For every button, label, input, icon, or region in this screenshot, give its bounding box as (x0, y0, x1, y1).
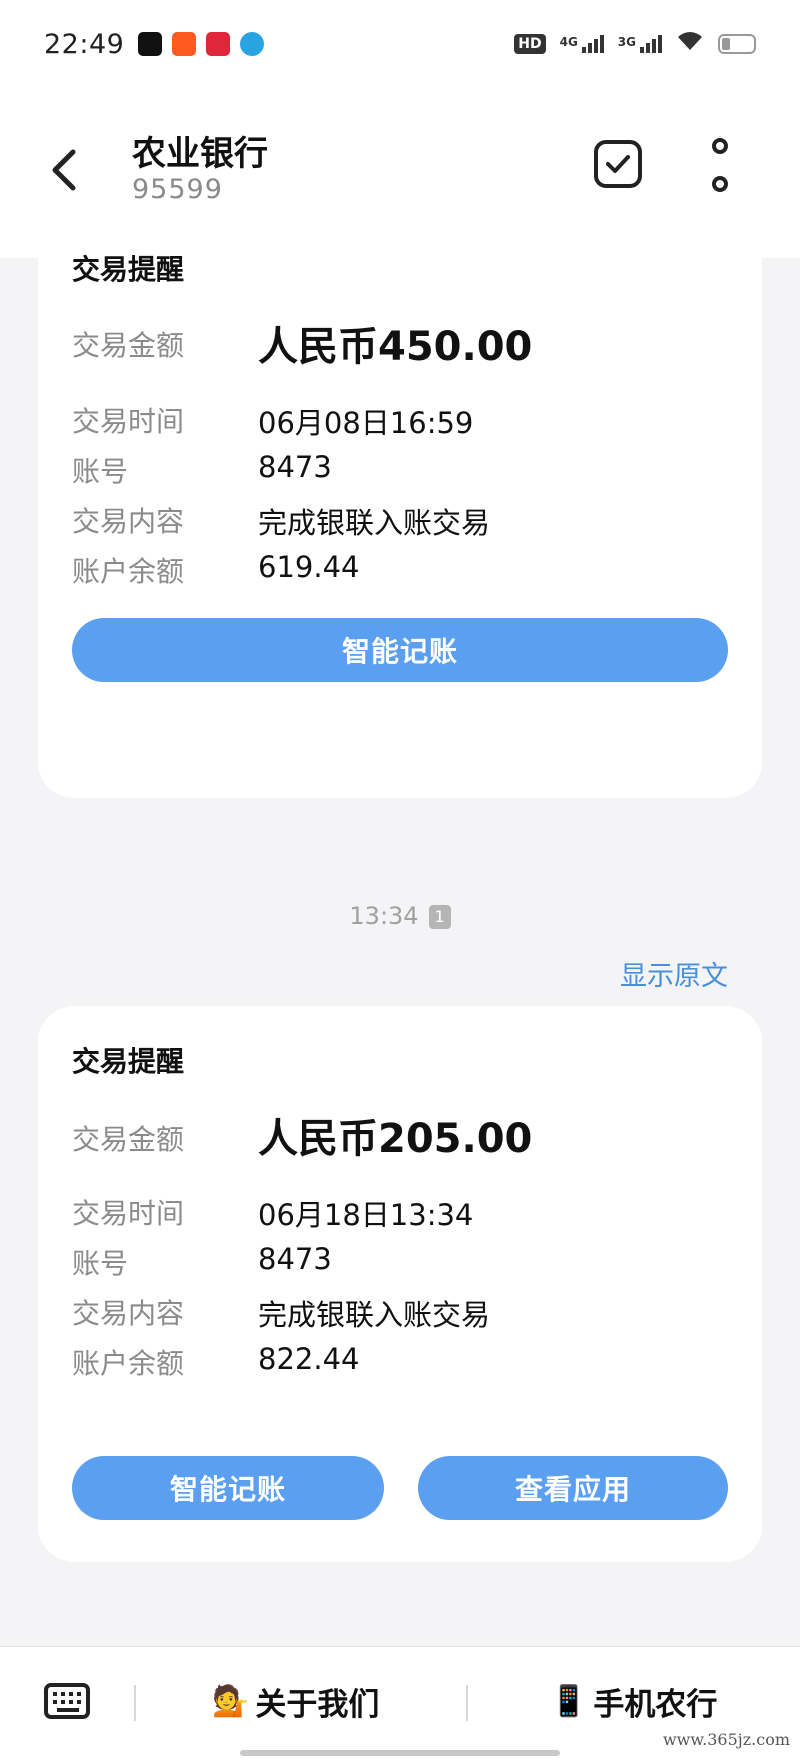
signal-3g-icon: 3G (618, 35, 662, 53)
row-value: 完成银联入账交易 (258, 506, 491, 540)
message-card: 交易提醒 交易金额 人民币205.00 交易时间 06月18日13:34 账号 … (38, 1006, 762, 1562)
row-value: 06月18日13:34 (258, 1198, 474, 1232)
menu-divider (466, 1685, 468, 1721)
status-indicators: HD 4G 3G (514, 29, 756, 59)
battery-icon (718, 34, 756, 54)
row-label: 交易内容 (72, 505, 185, 538)
more-dot-icon (712, 176, 728, 192)
row-value: 06月08日16:59 (258, 406, 474, 440)
amount-value: 人民币450.00 (258, 324, 533, 370)
signal-4g-icon: 4G (560, 35, 604, 53)
menu-divider (134, 1685, 136, 1721)
row-value: 完成银联入账交易 (258, 1298, 491, 1332)
smart-bookkeeping-button[interactable]: 智能记账 (72, 618, 728, 682)
mobile-banking-menu-item[interactable]: 📱 手机农行 (550, 1679, 717, 1724)
show-original-link[interactable]: 显示原文 (620, 954, 728, 993)
status-time: 22:49 (44, 28, 125, 60)
home-indicator[interactable] (240, 1750, 560, 1756)
back-button[interactable] (44, 140, 84, 200)
about-us-menu-item[interactable]: 💁 关于我们 (212, 1679, 379, 1724)
contact-number: 95599 (132, 174, 223, 205)
chevron-left-icon (52, 149, 76, 191)
pinduoduo-icon (206, 32, 231, 56)
watermark: www.365jz.com (662, 1730, 790, 1749)
row-value: 8473 (258, 450, 332, 484)
view-app-button[interactable]: 查看应用 (418, 1456, 728, 1520)
contact-name: 农业银行 (132, 134, 268, 174)
smart-bookkeeping-button[interactable]: 智能记账 (72, 1456, 384, 1520)
status-app-icons (138, 32, 265, 56)
check-button[interactable] (594, 140, 642, 188)
more-options-button[interactable] (700, 138, 740, 192)
amount-value: 人民币205.00 (258, 1116, 533, 1162)
menu-label: 手机农行 (593, 1687, 718, 1723)
tiktok-icon (138, 32, 163, 56)
message-timestamp: 13:34 1 (0, 902, 800, 930)
person-tipping-hand-icon: 💁 (212, 1684, 250, 1719)
row-label: 账户余额 (72, 555, 185, 588)
hd-icon: HD (514, 34, 546, 54)
amount-label: 交易金额 (72, 1123, 185, 1156)
card-title: 交易提醒 (72, 1045, 185, 1078)
row-label: 交易时间 (72, 405, 185, 438)
card-title: 交易提醒 (72, 253, 185, 286)
status-bar: 22:49 HD 4G 3G (0, 0, 800, 88)
message-card: 交易提醒 交易金额 人民币450.00 交易时间 06月08日16:59 账号 … (38, 238, 762, 798)
mobile-phone-icon: 📱 (550, 1684, 588, 1719)
menu-label: 关于我们 (255, 1687, 380, 1723)
row-label: 账号 (72, 1247, 129, 1280)
checkmark-icon (606, 155, 630, 173)
row-value: 822.44 (258, 1342, 360, 1376)
wifi-icon (676, 29, 704, 59)
amount-label: 交易金额 (72, 329, 185, 362)
row-label: 账户余额 (72, 1347, 185, 1380)
row-value: 8473 (258, 1242, 332, 1276)
row-value: 619.44 (258, 550, 360, 584)
sim-card-icon: 1 (428, 905, 451, 929)
row-label: 账号 (72, 455, 129, 488)
row-label: 交易时间 (72, 1197, 185, 1230)
more-dot-icon (712, 138, 728, 154)
taobao-icon (172, 32, 197, 56)
keyboard-toggle-button[interactable] (44, 1683, 90, 1719)
conversation-header: 农业银行 95599 (0, 88, 800, 258)
telegram-icon (240, 32, 265, 56)
row-label: 交易内容 (72, 1297, 185, 1330)
